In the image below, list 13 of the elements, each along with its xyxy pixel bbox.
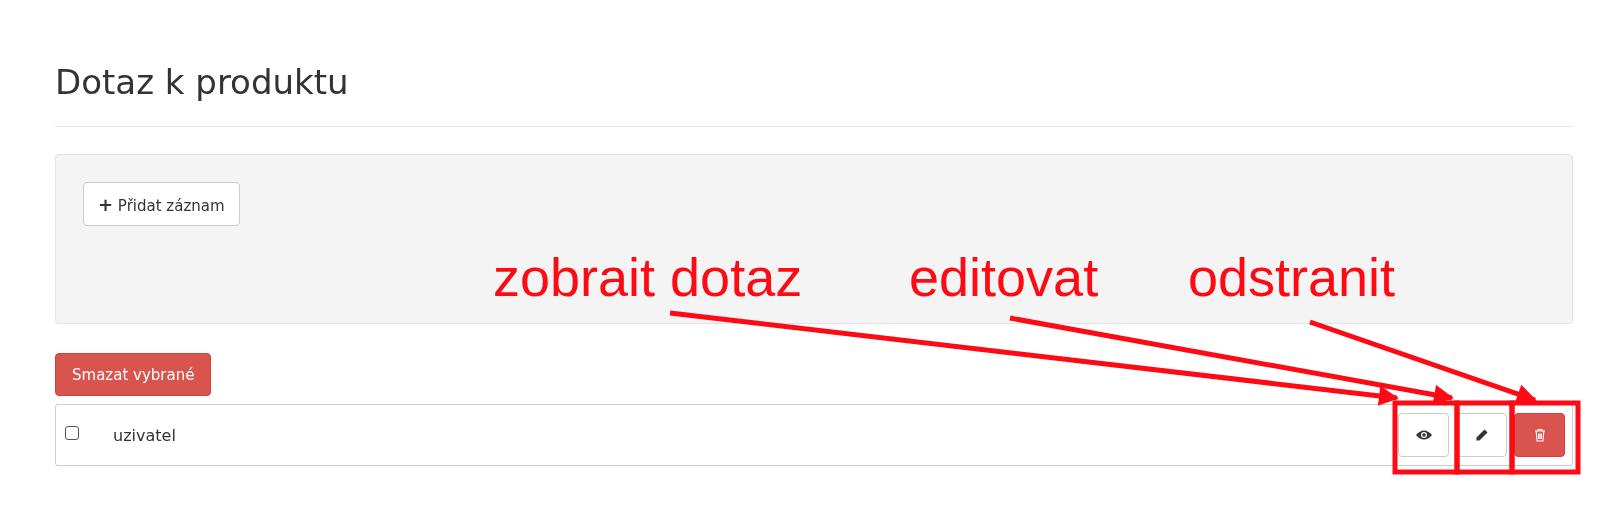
add-record-button[interactable]: + Přidat záznam — [83, 182, 240, 226]
eye-icon — [1414, 429, 1433, 441]
trash-icon — [1533, 428, 1546, 442]
annotation-label: odstranit — [1188, 250, 1396, 304]
delete-button[interactable] — [1514, 413, 1565, 457]
row-name: uzivatel — [113, 425, 176, 445]
page-title: Dotaz k produktu — [55, 61, 350, 104]
view-button[interactable] — [1398, 413, 1449, 457]
delete-selected-button[interactable]: Smazat vybrané — [55, 353, 212, 396]
pencil-icon — [1474, 428, 1489, 442]
row-checkbox[interactable] — [65, 426, 79, 440]
annotation-label: editovat — [909, 250, 1099, 304]
annotation-label: zobrait dotaz — [493, 250, 803, 304]
